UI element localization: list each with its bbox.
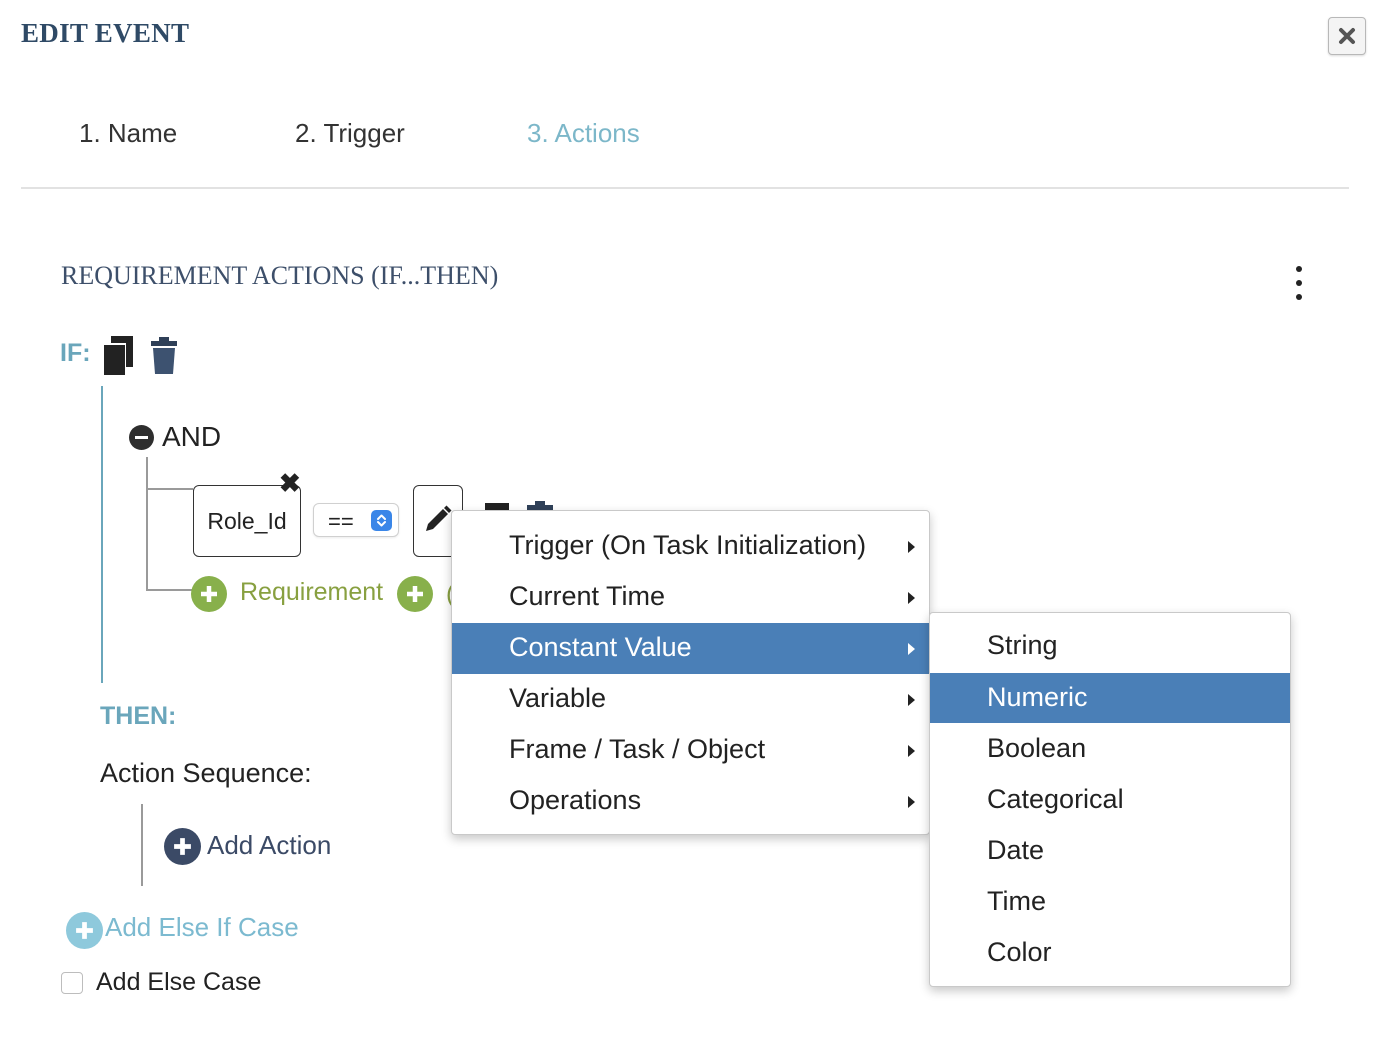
pencil-icon [426, 505, 452, 531]
menu-item-variable[interactable]: Variable [452, 675, 929, 725]
action-sequence-line [141, 804, 143, 886]
trash-icon[interactable] [150, 337, 178, 380]
submenu-item-label: Boolean [987, 733, 1087, 763]
menu-item-label: Frame / Task / Object [509, 734, 766, 764]
menu-item-frame-task-object[interactable]: Frame / Task / Object [452, 726, 929, 776]
add-requirement-button[interactable]: Requirement [240, 578, 383, 607]
chevron-right-icon [908, 745, 915, 757]
plus-circle-icon[interactable] [191, 576, 227, 612]
tab-name[interactable]: 1. Name [79, 118, 177, 149]
submenu-item-label: Color [987, 937, 1052, 967]
copy-icon[interactable] [101, 335, 135, 382]
menu-item-label: Operations [509, 785, 642, 815]
action-sequence-label: Action Sequence: [100, 758, 312, 788]
tab-trigger[interactable]: 2. Trigger [295, 118, 405, 149]
operand-type-menu: Trigger (On Task Initialization) Current… [451, 510, 930, 835]
menu-item-label: Constant Value [509, 632, 692, 662]
chevron-right-icon [908, 643, 915, 655]
group-operator[interactable]: AND [162, 421, 221, 453]
constant-value-submenu: String Numeric Boolean Categorical Date … [929, 612, 1291, 987]
submenu-item-categorical[interactable]: Categorical [930, 775, 1290, 825]
submenu-item-string[interactable]: String [930, 622, 1290, 672]
operator-value: == [328, 509, 354, 534]
tree-connector [146, 589, 193, 591]
submenu-item-time[interactable]: Time [930, 877, 1290, 927]
menu-item-label: Trigger (On Task Initialization) [509, 530, 867, 560]
chevron-right-icon [908, 694, 915, 706]
chevron-right-icon [908, 592, 915, 604]
submenu-item-label: String [987, 630, 1058, 660]
wizard-tabs: 1. Name 2. Trigger 3. Actions [0, 118, 1376, 158]
submenu-item-label: Time [987, 886, 1046, 916]
submenu-item-label: Categorical [987, 784, 1124, 814]
add-else-case-checkbox[interactable] [61, 972, 83, 994]
add-else-case-label: Add Else Case [96, 968, 262, 996]
add-action-button[interactable]: Add Action [207, 830, 331, 861]
then-label: THEN: [100, 702, 177, 730]
menu-item-label: Variable [509, 683, 607, 713]
select-arrows-icon [371, 510, 392, 531]
kebab-menu-icon[interactable] [1288, 266, 1310, 300]
tab-actions[interactable]: 3. Actions [527, 118, 640, 149]
menu-item-label: Current Time [509, 581, 666, 611]
tree-connector [146, 488, 193, 490]
section-title: REQUIREMENT ACTIONS (IF...THEN) [61, 261, 499, 290]
submenu-item-label: Numeric [987, 682, 1088, 712]
plus-circle-icon[interactable] [397, 576, 433, 612]
close-icon [1339, 28, 1355, 44]
submenu-item-numeric[interactable]: Numeric [930, 673, 1290, 723]
submenu-item-boolean[interactable]: Boolean [930, 724, 1290, 774]
menu-item-constant-value[interactable]: Constant Value [452, 623, 929, 674]
plus-circle-icon[interactable] [66, 912, 103, 949]
add-else-if-button[interactable]: Add Else If Case [105, 912, 299, 943]
submenu-item-date[interactable]: Date [930, 826, 1290, 876]
minus-circle-icon[interactable] [129, 425, 154, 450]
menu-item-current-time[interactable]: Current Time [452, 573, 929, 623]
submenu-item-color[interactable]: Color [930, 928, 1290, 978]
plus-circle-icon[interactable] [164, 828, 201, 865]
menu-item-operations[interactable]: Operations [452, 777, 929, 827]
if-branch-line [101, 386, 103, 683]
chevron-right-icon [908, 796, 915, 808]
tabs-divider [21, 187, 1349, 189]
close-x-icon[interactable]: ✖ [279, 470, 301, 496]
chevron-right-icon [908, 541, 915, 553]
close-button[interactable] [1328, 17, 1366, 55]
if-label: IF: [60, 339, 91, 367]
tree-connector [146, 457, 148, 590]
dialog-title: EDIT EVENT [21, 18, 190, 48]
submenu-item-label: Date [987, 835, 1045, 865]
operator-select[interactable]: == [313, 503, 399, 537]
menu-item-trigger[interactable]: Trigger (On Task Initialization) [452, 522, 929, 572]
